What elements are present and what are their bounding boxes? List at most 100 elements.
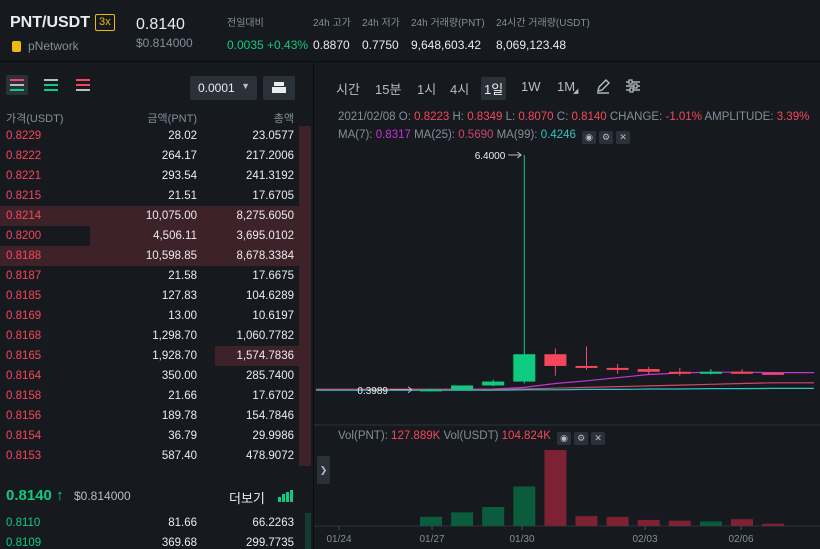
row-amount: 293.54 xyxy=(161,170,197,182)
ask-row[interactable]: 0.8154 36.79 29.9986 xyxy=(0,426,311,446)
row-price: 0.8185 xyxy=(6,290,42,302)
candle-body xyxy=(575,365,598,368)
volume-bar xyxy=(699,521,722,526)
row-total: 17.6675 xyxy=(252,270,294,282)
last-price: 0.8140 xyxy=(136,16,185,33)
stat-low: 24h 저가 0.7750 xyxy=(362,18,400,52)
ask-row[interactable]: 0.8165 1,928.70 1,574.7836 xyxy=(0,346,311,366)
depth-bar xyxy=(304,513,311,533)
row-amount: 36.79 xyxy=(168,430,197,442)
depth-bar xyxy=(298,266,311,286)
row-total: 29.9986 xyxy=(252,430,294,442)
print-button[interactable] xyxy=(263,76,295,100)
volume-bar xyxy=(668,520,691,526)
stat-volume-pnt: 24h 거래량(PNT) 9,648,603.42 xyxy=(411,18,485,52)
row-price: 0.8164 xyxy=(6,370,42,382)
book-bids-mode-icon[interactable] xyxy=(40,75,62,95)
tick-size-select[interactable]: 0.0001 ▼ xyxy=(190,76,257,100)
ask-row[interactable]: 0.8164 350.00 285.7400 xyxy=(0,366,311,386)
row-total: 3,695.0102 xyxy=(236,230,294,242)
row-amount: 21.58 xyxy=(168,270,197,282)
printer-icon xyxy=(274,82,284,86)
row-total: 217.2006 xyxy=(246,150,294,162)
bid-row[interactable]: 0.8110 81.66 66.2263 xyxy=(0,513,311,533)
ask-row[interactable]: 0.8169 13.00 10.6197 xyxy=(0,306,311,326)
row-amount: 127.83 xyxy=(161,290,197,302)
ask-row[interactable]: 0.8187 21.58 17.6675 xyxy=(0,266,311,286)
row-amount: 21.66 xyxy=(168,390,197,402)
stat-high: 24h 고가 0.8870 xyxy=(313,18,351,52)
bid-rows: 0.8110 81.66 66.2263 0.8109 369.68 299.7735 xyxy=(0,513,311,549)
depth-bar xyxy=(298,166,311,186)
row-total: 285.7400 xyxy=(246,370,294,382)
row-price: 0.8156 xyxy=(6,410,42,422)
ask-row[interactable]: 0.8215 21.51 17.6705 xyxy=(0,186,311,206)
coin-name-link[interactable]: pNetwork xyxy=(28,39,79,53)
ma7-line xyxy=(316,371,814,390)
mid-price-usd: $0.814000 xyxy=(74,489,131,503)
volume-bar xyxy=(762,523,785,526)
depth-bar xyxy=(298,126,311,146)
volume-bar xyxy=(513,486,536,526)
order-book-toolbar: 0.0001 ▼ xyxy=(0,63,311,107)
ask-row[interactable]: 0.8222 264.17 217.2006 xyxy=(0,146,311,166)
volume-bar xyxy=(482,507,505,526)
volume-bar xyxy=(606,516,629,526)
candle-body xyxy=(606,367,629,370)
row-amount: 4,506.11 xyxy=(153,230,197,242)
row-total: 478.9072 xyxy=(246,450,294,462)
ask-row[interactable]: 0.8214 10,075.00 8,275.6050 xyxy=(0,206,311,226)
x-tick-label: 01/27 xyxy=(419,534,444,545)
ask-row[interactable]: 0.8221 293.54 241.3192 xyxy=(0,166,311,186)
candle-body xyxy=(451,385,474,390)
bid-row[interactable]: 0.8109 369.68 299.7735 xyxy=(0,533,311,549)
row-amount: 10,075.00 xyxy=(145,210,197,222)
row-amount: 10,598.85 xyxy=(145,250,197,262)
ask-row[interactable]: 0.8158 21.66 17.6702 xyxy=(0,386,311,406)
pair-title[interactable]: PNT/USDT xyxy=(10,14,90,32)
leverage-badge: 3x xyxy=(95,14,115,31)
ask-row[interactable]: 0.8168 1,298.70 1,060.7782 xyxy=(0,326,311,346)
row-amount: 13.00 xyxy=(168,310,197,322)
candle-body xyxy=(731,371,753,374)
row-price: 0.8153 xyxy=(6,450,42,462)
ask-row[interactable]: 0.8200 4,506.11 3,695.0102 xyxy=(0,226,311,246)
row-total: 1,060.7782 xyxy=(236,330,294,342)
row-total: 241.3192 xyxy=(246,170,294,182)
depth-bar xyxy=(298,326,311,346)
candle-body xyxy=(637,369,660,372)
book-both-mode-icon[interactable] xyxy=(6,75,28,95)
order-book: 0.0001 ▼ 가격(USDT) 금액(PNT) 총액 0.8229 28.02… xyxy=(0,63,311,549)
row-total: 154.7846 xyxy=(246,410,294,422)
depth-bar xyxy=(298,286,311,306)
row-amount: 81.66 xyxy=(168,517,197,529)
row-price: 0.8229 xyxy=(6,130,42,142)
book-asks-mode-icon[interactable] xyxy=(72,75,94,95)
coin-icon xyxy=(12,41,21,52)
row-total: 23.0577 xyxy=(252,130,294,142)
row-total: 10.6197 xyxy=(252,310,294,322)
signal-bars-icon[interactable] xyxy=(278,490,294,502)
volume-bar xyxy=(451,512,474,526)
ask-row[interactable]: 0.8153 587.40 478.9072 xyxy=(0,446,311,466)
row-price: 0.8109 xyxy=(6,537,42,549)
row-amount: 28.02 xyxy=(168,130,197,142)
arrow-up-icon: ↑ xyxy=(56,487,64,504)
row-amount: 1,298.70 xyxy=(152,330,197,342)
ask-row[interactable]: 0.8188 10,598.85 8,678.3384 xyxy=(0,246,311,266)
row-amount: 1,928.70 xyxy=(152,350,197,362)
ask-row[interactable]: 0.8229 28.02 23.0577 xyxy=(0,126,311,146)
x-tick-label: 01/24 xyxy=(326,534,351,545)
row-price: 0.8214 xyxy=(6,210,42,222)
more-link[interactable]: 더보기 xyxy=(229,488,265,507)
mid-price[interactable]: 0.8140 ↑ xyxy=(6,487,64,504)
row-total: 8,678.3384 xyxy=(236,250,294,262)
candlestick-plot[interactable]: 6.4000 0.3989 01/24 01/27 01/30 02/03 02/06 xyxy=(314,63,820,549)
ask-row[interactable]: 0.8156 189.78 154.7846 xyxy=(0,406,311,426)
col-total: 총액 xyxy=(273,113,294,125)
ask-row[interactable]: 0.8185 127.83 104.6289 xyxy=(0,286,311,306)
candle-body xyxy=(544,354,567,366)
row-price: 0.8168 xyxy=(6,330,42,342)
row-price: 0.8110 xyxy=(6,517,41,529)
row-total: 17.6702 xyxy=(252,390,294,402)
